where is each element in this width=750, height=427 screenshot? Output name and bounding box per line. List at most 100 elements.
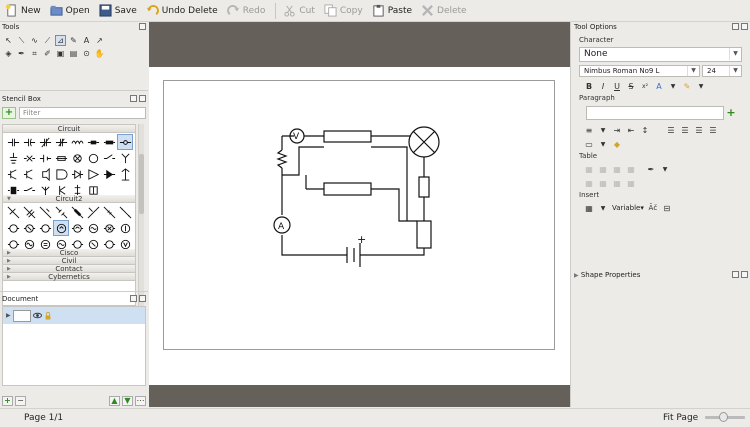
category-contact[interactable]: ▶ Contact <box>3 265 135 273</box>
fill-icon[interactable]: ◆ <box>612 139 622 149</box>
character-style-select[interactable]: None ▼ <box>579 47 742 62</box>
outdent-icon[interactable]: ⇤ <box>626 125 636 135</box>
align-right-icon[interactable]: ☰ <box>694 125 704 135</box>
font-size-select[interactable]: 24 ▼ <box>702 65 742 77</box>
stencil-scrollbar[interactable] <box>138 124 144 306</box>
dropdown-arrow-icon[interactable]: ▼ <box>668 81 678 91</box>
new-button[interactable]: New <box>2 1 47 21</box>
strikethrough-icon[interactable]: S <box>626 81 636 91</box>
split-cells-icon[interactable]: ▦ <box>598 178 608 188</box>
battery-symbol[interactable] <box>37 150 53 166</box>
text-color-icon[interactable]: A <box>654 81 664 91</box>
table-borders-icon[interactable]: ▦ <box>612 178 622 188</box>
dropdown-arrow-icon[interactable]: ▼ <box>696 81 706 91</box>
resistor-middle[interactable] <box>323 182 372 196</box>
coil-symbol[interactable] <box>85 134 101 150</box>
relay-symbol[interactable] <box>5 166 21 182</box>
inductor-diag-symbol[interactable] <box>117 204 133 220</box>
tree-arrow-icon[interactable]: ▶ <box>6 312 11 319</box>
source-symbol[interactable] <box>85 150 101 166</box>
thyristor-symbol[interactable] <box>117 166 133 182</box>
led-symbol[interactable] <box>69 166 85 182</box>
align-center-icon[interactable]: ☰ <box>680 125 690 135</box>
diode-symbol[interactable] <box>101 150 117 166</box>
dropdown-arrow-icon[interactable]: ▼ <box>660 164 670 174</box>
cut-button[interactable]: Cut <box>280 1 321 21</box>
variable-capacitor-symbol[interactable] <box>37 134 53 150</box>
shape-properties-float-button[interactable] <box>732 271 739 278</box>
voltmeter-2-symbol[interactable] <box>21 220 37 236</box>
ohmmeter-symbol[interactable] <box>37 220 53 236</box>
table-pen-icon[interactable]: ✒ <box>646 164 656 174</box>
zoom-slider[interactable] <box>705 412 745 422</box>
node-tool-icon[interactable]: ↗ <box>94 35 105 46</box>
lamp-diag-symbol[interactable] <box>101 204 117 220</box>
stencil-scroll-thumb[interactable] <box>139 154 144 214</box>
resistor-top[interactable] <box>323 130 372 143</box>
shape-tool-icon[interactable]: ▣ <box>55 48 66 59</box>
document-close-button[interactable] <box>139 295 146 302</box>
wire-inner-loop[interactable] <box>298 146 408 221</box>
redo-button[interactable]: Redo <box>224 1 272 21</box>
switch-symbol-selected[interactable] <box>117 134 133 150</box>
opamp-symbol[interactable] <box>85 166 101 182</box>
crop-tool-icon[interactable]: ⌗ <box>29 48 40 59</box>
category-cisco[interactable]: ▶ Cisco <box>3 249 135 257</box>
capacitor-symbol[interactable] <box>5 134 21 150</box>
pattern-tool-icon[interactable]: ▤ <box>68 48 79 59</box>
rheostat-left[interactable] <box>276 149 288 169</box>
pnp-symbol[interactable] <box>21 166 37 182</box>
connector-tool-icon[interactable]: ⊿ <box>55 35 66 46</box>
dropdown-arrow-icon[interactable]: ▼ <box>598 203 608 213</box>
lock-icon[interactable] <box>44 311 52 320</box>
pan-tool-icon[interactable]: ✋ <box>94 48 105 59</box>
npn-symbol[interactable] <box>117 150 133 166</box>
stencil-float-button[interactable] <box>130 95 137 102</box>
switch-diag-1-symbol[interactable] <box>5 204 21 220</box>
battery-symbol[interactable] <box>346 243 361 267</box>
insert-row-icon[interactable]: ▦ <box>584 164 594 174</box>
move-up-button[interactable]: ▲ <box>109 396 120 406</box>
motor-symbol[interactable] <box>69 220 85 236</box>
inductor-symbol[interactable] <box>69 134 85 150</box>
zoom-tool-icon[interactable]: ⊙ <box>81 48 92 59</box>
curve-tool-icon[interactable]: ∿ <box>29 35 40 46</box>
select-tool-icon[interactable]: ↖ <box>3 35 14 46</box>
wire-bottom[interactable] <box>281 235 425 256</box>
resistor-symbol[interactable] <box>101 134 117 150</box>
move-down-button[interactable]: ▼ <box>122 396 133 406</box>
page-tree-item[interactable]: ▶ <box>3 307 145 324</box>
category-circuit[interactable]: Circuit <box>3 125 135 133</box>
paint-bucket-icon[interactable]: ◈ <box>3 48 14 59</box>
shape-properties-close-button[interactable] <box>741 271 748 278</box>
eye-icon[interactable] <box>32 311 42 320</box>
insert-table-icon[interactable]: ▦ <box>584 203 594 213</box>
buzzer-symbol[interactable] <box>37 166 53 182</box>
tools-float-button[interactable] <box>139 23 146 30</box>
paragraph-style-select[interactable]: + <box>586 106 736 120</box>
lamp-cross[interactable] <box>412 130 436 154</box>
galvanometer-symbol-selected[interactable] <box>53 220 69 236</box>
switch-diag-2-symbol[interactable] <box>21 204 37 220</box>
arrow-diag-symbol[interactable] <box>85 204 101 220</box>
ac-source-symbol[interactable] <box>101 220 117 236</box>
text-tool-icon[interactable]: A <box>81 35 92 46</box>
zoom-slider-knob[interactable] <box>719 412 728 422</box>
zoom-mode-label[interactable]: Fit Page <box>663 413 698 423</box>
dropdown-arrow-icon[interactable]: ▼ <box>598 139 608 149</box>
delete-button[interactable]: Delete <box>418 1 473 21</box>
line-tool-icon[interactable]: ⟍ <box>16 35 27 46</box>
stencil-filter-input[interactable]: Filter <box>19 107 146 119</box>
highlight-icon[interactable]: ✎ <box>682 81 692 91</box>
italic-icon[interactable]: I <box>598 81 608 91</box>
stencil-close-button[interactable] <box>139 95 146 102</box>
bulb-symbol[interactable] <box>69 150 85 166</box>
document-float-button[interactable] <box>130 295 137 302</box>
pen-tool-icon[interactable]: ✒ <box>16 48 27 59</box>
wire-inner-right[interactable] <box>371 188 417 222</box>
undo-button[interactable]: Undo Delete <box>143 1 224 21</box>
fuse-symbol[interactable] <box>53 150 69 166</box>
superscript-icon[interactable]: x² <box>640 81 650 91</box>
collapse-arrow-icon[interactable]: ▶ <box>574 272 579 279</box>
gate-symbol[interactable] <box>53 166 69 182</box>
